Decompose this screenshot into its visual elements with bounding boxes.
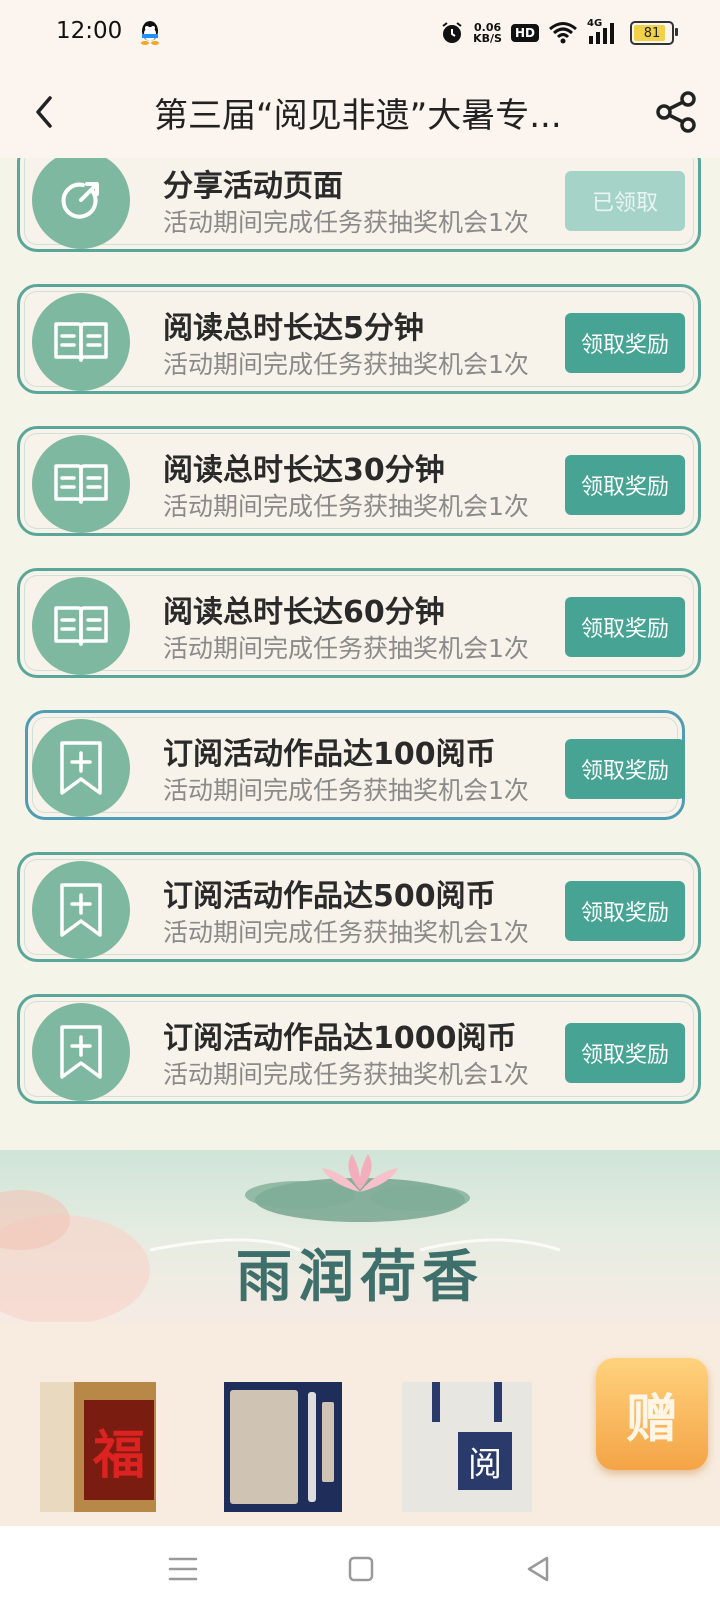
signal-label: 4G bbox=[587, 18, 603, 29]
banner-lotus: 雨润荷香 bbox=[0, 1150, 720, 1322]
task-card-subscribe-500: 订阅活动作品达500阅币 活动期间完成任务获抽奖机会1次 领取奖励 bbox=[17, 852, 701, 962]
bookmark-plus-icon bbox=[32, 1003, 130, 1101]
claim-reward-button[interactable]: 领取奖励 bbox=[565, 1023, 685, 1083]
claim-reward-button[interactable]: 领取奖励 bbox=[565, 597, 685, 657]
book-icon bbox=[32, 293, 130, 391]
prize-fu-card[interactable]: 福 bbox=[40, 1382, 156, 1512]
yue-logo: 阅 bbox=[458, 1432, 512, 1490]
menu-icon[interactable] bbox=[168, 1556, 198, 1582]
qq-penguin-icon bbox=[141, 21, 159, 45]
app-header: 第三届“阅见非遗”大暑专... bbox=[0, 66, 720, 158]
battery-level: 81 bbox=[643, 25, 661, 41]
prize-tote-bag[interactable]: 阅 bbox=[402, 1382, 532, 1512]
task-title: 阅读总时长达30分钟 bbox=[163, 453, 445, 488]
banner-title: 雨润荷香 bbox=[236, 1244, 484, 1310]
status-time: 12:00 bbox=[56, 18, 123, 44]
task-desc: 活动期间完成任务获抽奖机会1次 bbox=[163, 918, 529, 947]
task-card-share: 分享活动页面 活动期间完成任务获抽奖机会1次 已领取 bbox=[17, 158, 701, 252]
gift-label: 赠 bbox=[625, 1388, 678, 1450]
system-nav-bar bbox=[0, 1526, 720, 1612]
share-arrow-icon bbox=[32, 158, 130, 249]
task-desc: 活动期间完成任务获抽奖机会1次 bbox=[163, 208, 529, 237]
task-desc: 活动期间完成任务获抽奖机会1次 bbox=[163, 776, 529, 805]
prize-notebook-set[interactable] bbox=[224, 1382, 342, 1512]
task-desc: 活动期间完成任务获抽奖机会1次 bbox=[163, 492, 529, 521]
claim-reward-button[interactable]: 领取奖励 bbox=[565, 313, 685, 373]
task-desc: 活动期间完成任务获抽奖机会1次 bbox=[163, 634, 529, 663]
bookmark-plus-icon bbox=[32, 861, 130, 959]
wifi-icon bbox=[549, 22, 577, 44]
cellular-signal-icon: 4G bbox=[587, 18, 621, 46]
claimed-button[interactable]: 已领取 bbox=[565, 171, 685, 231]
battery-icon: 81 bbox=[630, 21, 678, 45]
hd-badge: HD bbox=[510, 24, 539, 42]
task-title: 订阅活动作品达500阅币 bbox=[163, 879, 496, 914]
task-title: 订阅活动作品达100阅币 bbox=[163, 737, 496, 772]
task-title: 阅读总时长达60分钟 bbox=[163, 595, 445, 630]
page-title: 第三届“阅见非遗”大暑专... bbox=[154, 96, 562, 136]
network-speed: 0.06 KB/S bbox=[473, 22, 502, 44]
claim-reward-button[interactable]: 领取奖励 bbox=[565, 455, 685, 515]
back-triangle-icon[interactable] bbox=[526, 1556, 550, 1582]
claim-reward-button[interactable]: 领取奖励 bbox=[565, 881, 685, 941]
speed-unit: KB/S bbox=[473, 32, 502, 45]
task-card-subscribe-100: 订阅活动作品达100阅币 活动期间完成任务获抽奖机会1次 领取奖励 bbox=[25, 710, 685, 820]
task-desc: 活动期间完成任务获抽奖机会1次 bbox=[163, 1060, 529, 1089]
back-arrow-icon[interactable] bbox=[32, 92, 56, 132]
task-list: 分享活动页面 活动期间完成任务获抽奖机会1次 已领取 阅读总时长达5分钟 活动期… bbox=[0, 158, 720, 1150]
book-icon bbox=[32, 577, 130, 675]
fu-character: 福 bbox=[84, 1400, 154, 1500]
task-title: 订阅活动作品达1000阅币 bbox=[163, 1021, 517, 1056]
book-icon bbox=[32, 435, 130, 533]
status-bar: 12:00 0.06 KB/S HD 4G 81 bbox=[0, 0, 720, 66]
task-card-read-30: 阅读总时长达30分钟 活动期间完成任务获抽奖机会1次 领取奖励 bbox=[17, 426, 701, 536]
gift-button[interactable]: 赠 bbox=[596, 1358, 708, 1470]
task-desc: 活动期间完成任务获抽奖机会1次 bbox=[163, 350, 529, 379]
status-icons: 0.06 KB/S HD 4G 81 bbox=[440, 16, 678, 50]
task-card-read-5: 阅读总时长达5分钟 活动期间完成任务获抽奖机会1次 领取奖励 bbox=[17, 284, 701, 394]
bookmark-plus-icon bbox=[32, 719, 130, 817]
task-card-read-60: 阅读总时长达60分钟 活动期间完成任务获抽奖机会1次 领取奖励 bbox=[17, 568, 701, 678]
task-card-subscribe-1000: 订阅活动作品达1000阅币 活动期间完成任务获抽奖机会1次 领取奖励 bbox=[17, 994, 701, 1104]
claim-reward-button[interactable]: 领取奖励 bbox=[565, 739, 685, 799]
task-title: 分享活动页面 bbox=[163, 169, 343, 204]
home-square-icon[interactable] bbox=[348, 1556, 374, 1582]
task-title: 阅读总时长达5分钟 bbox=[163, 311, 424, 346]
prize-carousel: 福 阅 赠 bbox=[0, 1322, 720, 1526]
share-icon[interactable] bbox=[654, 90, 698, 134]
alarm-icon bbox=[442, 22, 462, 43]
